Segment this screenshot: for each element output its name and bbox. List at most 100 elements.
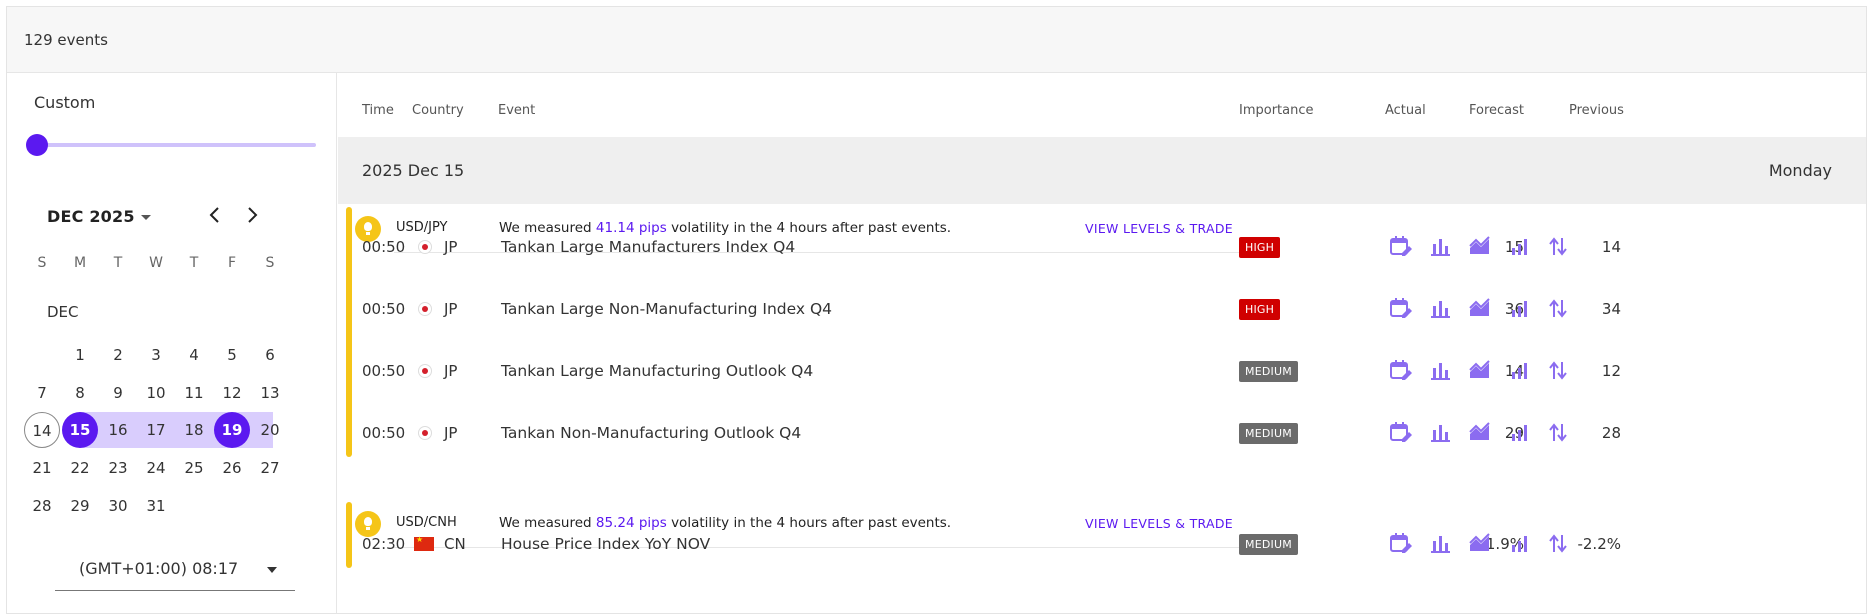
flag-japan-icon (418, 240, 432, 254)
event-time: 00:50 (362, 238, 406, 256)
calendar-day-16[interactable]: 16 (100, 412, 136, 448)
calendar-day-13[interactable]: 13 (252, 375, 288, 411)
next-month-button[interactable] (240, 203, 264, 227)
bar-chart-icon[interactable] (1428, 234, 1454, 260)
column-header-forecast: Forecast (1469, 103, 1525, 118)
calendar-day-5[interactable]: 5 (214, 337, 250, 373)
calendar-day-27[interactable]: 27 (252, 450, 288, 486)
event-country: CN (444, 535, 466, 553)
sort-arrows-icon[interactable] (1546, 296, 1572, 322)
timezone-select[interactable]: (GMT+01:00) 08:17 (55, 555, 295, 591)
calendar-day-19[interactable]: 19 (214, 412, 250, 448)
area-chart-icon[interactable] (1467, 420, 1493, 446)
signal-chart-icon[interactable] (1507, 234, 1533, 260)
calendar-day-24[interactable]: 24 (138, 450, 174, 486)
event-time: 00:50 (362, 300, 406, 318)
weekday-label: S (265, 255, 275, 271)
event-row[interactable]: 02:30CNHouse Price Index YoY NOVMEDIUM-1… (338, 515, 1866, 575)
event-previous: -2.2% (1577, 535, 1621, 553)
area-chart-icon[interactable] (1467, 531, 1493, 557)
event-name[interactable]: Tankan Non-Manufacturing Outlook Q4 (501, 424, 801, 442)
calendar-day-22[interactable]: 22 (62, 450, 98, 486)
column-header-country: Country (412, 103, 464, 118)
event-row[interactable]: 00:50 JP Tankan Large Manufacturers Index … (338, 218, 1866, 278)
event-country: JP (444, 300, 458, 318)
importance-badge: MEDIUM (1239, 423, 1298, 444)
calendar-day-30[interactable]: 30 (100, 488, 136, 524)
calendar-month-name: DEC (47, 303, 79, 321)
calendar-day-15[interactable]: 15 (62, 412, 98, 448)
sort-arrows-icon[interactable] (1546, 420, 1572, 446)
calendar-day-7[interactable]: 7 (24, 375, 60, 411)
calendar-day-9[interactable]: 9 (100, 375, 136, 411)
bar-chart-icon[interactable] (1428, 531, 1454, 557)
sort-arrows-icon[interactable] (1546, 531, 1572, 557)
range-slider-thumb[interactable] (26, 134, 48, 156)
calendar-day-17[interactable]: 17 (138, 412, 174, 448)
calendar-day-31[interactable]: 31 (138, 488, 174, 524)
event-previous: 14 (1601, 238, 1621, 256)
calendar-day-4[interactable]: 4 (176, 337, 212, 373)
calendar-day-11[interactable]: 11 (176, 375, 212, 411)
signal-chart-icon[interactable] (1507, 296, 1533, 322)
calendar-day-2[interactable]: 2 (100, 337, 136, 373)
calendar-day-12[interactable]: 12 (214, 375, 250, 411)
calendar-day-14[interactable]: 14 (24, 412, 60, 448)
area-chart-icon[interactable] (1467, 358, 1493, 384)
calendar-day-25[interactable]: 25 (176, 450, 212, 486)
calendar-day-26[interactable]: 26 (214, 450, 250, 486)
calendar-day-8[interactable]: 8 (62, 375, 98, 411)
day-header-weekday: Monday (1768, 161, 1832, 180)
month-select-label: DEC 2025 (47, 207, 135, 226)
event-row[interactable]: 00:50 JP Tankan Non-Manufacturing Outlook … (338, 404, 1866, 464)
calendar-day-28[interactable]: 28 (24, 488, 60, 524)
sort-arrows-icon[interactable] (1546, 358, 1572, 384)
event-time: 02:30 (362, 535, 406, 553)
calendar-day-21[interactable]: 21 (24, 450, 60, 486)
month-select[interactable]: DEC 2025 (47, 207, 151, 226)
calendar-day-1[interactable]: 1 (62, 337, 98, 373)
area-chart-icon[interactable] (1467, 234, 1493, 260)
bar-chart-icon[interactable] (1428, 358, 1454, 384)
calendar-edit-icon[interactable] (1388, 531, 1414, 557)
weekday-label: T (113, 255, 123, 271)
calendar-day-18[interactable]: 18 (176, 412, 212, 448)
event-name[interactable]: Tankan Large Manufacturers Index Q4 (501, 238, 795, 256)
bar-chart-icon[interactable] (1428, 296, 1454, 322)
calendar-day-29[interactable]: 29 (62, 488, 98, 524)
column-header-time: Time (362, 103, 394, 118)
prev-month-button[interactable] (203, 203, 227, 227)
signal-chart-icon[interactable] (1507, 358, 1533, 384)
signal-chart-icon[interactable] (1507, 531, 1533, 557)
event-time: 00:50 (362, 424, 406, 442)
sort-arrows-icon[interactable] (1546, 234, 1572, 260)
event-name[interactable]: House Price Index YoY NOV (501, 535, 710, 553)
calendar-day-6[interactable]: 6 (252, 337, 288, 373)
event-row[interactable]: 00:50 JP Tankan Large Manufacturing Outloo… (338, 342, 1866, 402)
date-sidebar: Custom DEC 2025 SMTWTFS DEC 1 2 3 4 5 6 7 8 9 10 1… (7, 73, 337, 613)
column-header-event: Event (498, 103, 536, 118)
range-slider-track[interactable] (37, 143, 316, 147)
event-name[interactable]: Tankan Large Non-Manufacturing Index Q4 (501, 300, 832, 318)
calendar-edit-icon[interactable] (1388, 420, 1414, 446)
column-header-previous: Previous (1569, 103, 1624, 118)
calendar-day-23[interactable]: 23 (100, 450, 136, 486)
calendar-day-3[interactable]: 3 (138, 337, 174, 373)
flag-china-icon (414, 535, 434, 551)
event-row[interactable]: 00:50 JP Tankan Large Non-Manufacturing In… (338, 280, 1866, 340)
event-name[interactable]: Tankan Large Manufacturing Outlook Q4 (501, 362, 813, 380)
bar-chart-icon[interactable] (1428, 420, 1454, 446)
calendar-edit-icon[interactable] (1388, 234, 1414, 260)
event-country: JP (444, 362, 458, 380)
event-count: 129 events (24, 31, 108, 49)
calendar-day-20[interactable]: 20 (252, 412, 288, 448)
calendar-edit-icon[interactable] (1388, 358, 1414, 384)
range-label: Custom (34, 93, 96, 112)
flag-japan-icon (418, 364, 432, 378)
signal-chart-icon[interactable] (1507, 420, 1533, 446)
calendar-day-10[interactable]: 10 (138, 375, 174, 411)
timezone-label: (GMT+01:00) 08:17 (79, 559, 239, 578)
area-chart-icon[interactable] (1467, 296, 1493, 322)
caret-down-icon (140, 215, 151, 220)
calendar-edit-icon[interactable] (1388, 296, 1414, 322)
